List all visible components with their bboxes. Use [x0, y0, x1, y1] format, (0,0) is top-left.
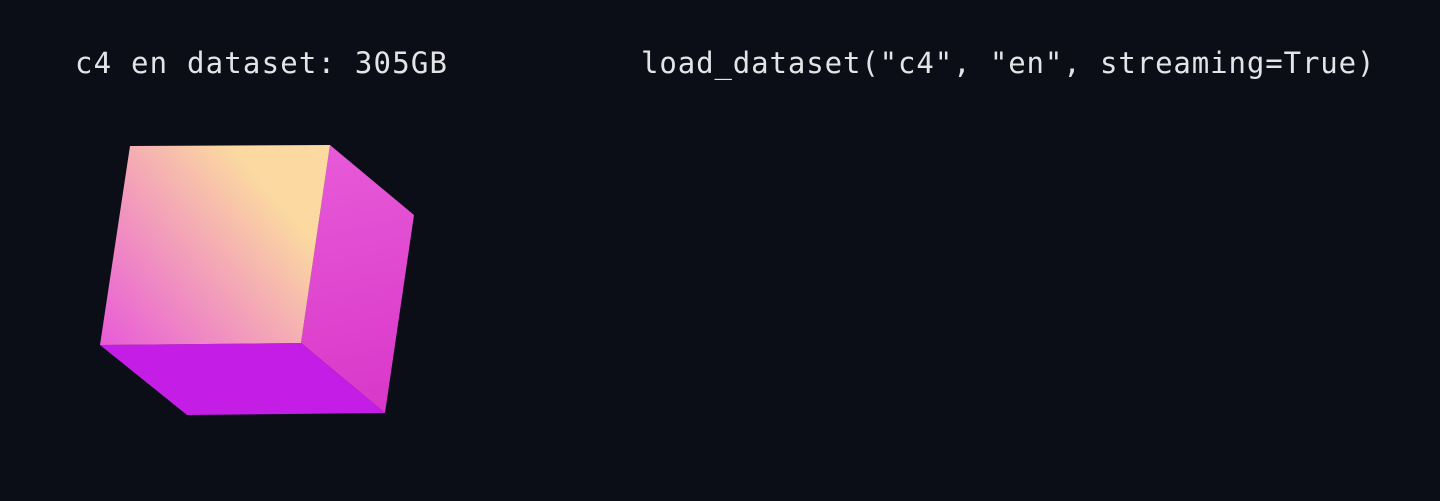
- cube-icon: [100, 145, 414, 415]
- cube-front-face: [100, 145, 330, 345]
